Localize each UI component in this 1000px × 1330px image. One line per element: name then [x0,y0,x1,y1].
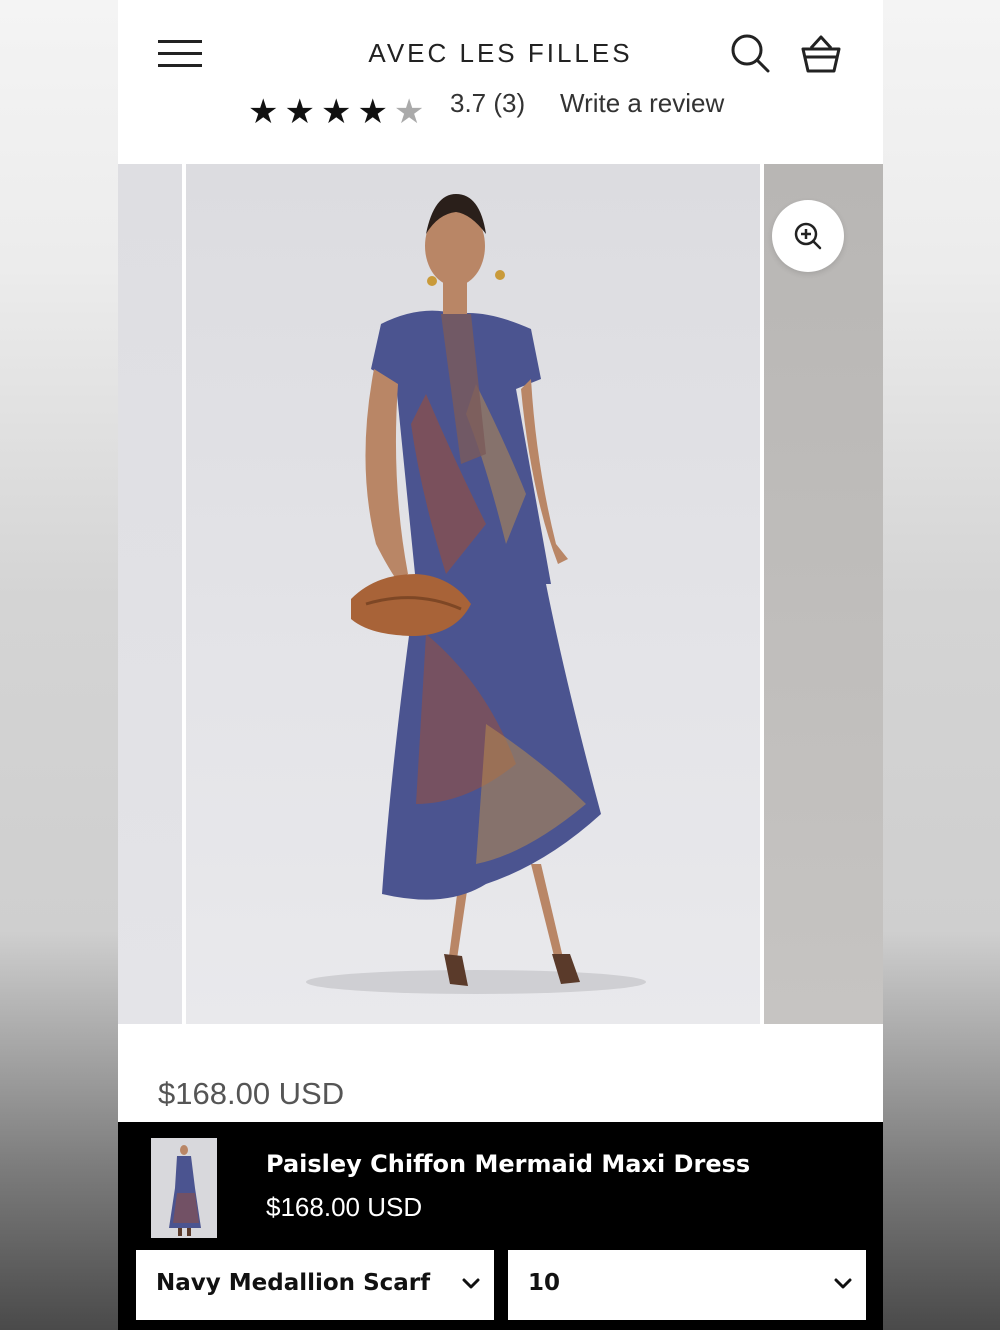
product-image[interactable] [186,164,760,1024]
background-left [0,0,118,1330]
sticky-add-to-cart-bar: Paisley Chiffon Mermaid Maxi Dress $168.… [118,1122,883,1330]
color-select-value: Navy Medallion Scarf [156,1270,431,1296]
rating-stars: ★★★★★ [248,92,431,132]
shopping-bag-icon[interactable] [800,33,842,75]
size-select[interactable]: 10 [506,1248,868,1322]
mobile-screen: AVEC LES FILLES ★★★★★ 3.7 (3) Write a re… [118,0,883,1330]
sticky-product-title: Paisley Chiffon Mermaid Maxi Dress [266,1150,751,1178]
gallery-prev-slide[interactable] [118,164,182,1024]
rating-score: 3.7 (3) [450,92,526,118]
zoom-button[interactable] [772,200,844,272]
product-thumbnail [151,1138,217,1238]
gallery-next-slide[interactable] [764,164,883,1024]
zoom-in-icon [794,222,822,250]
sticky-product-price: $168.00 USD [266,1192,423,1222]
color-select[interactable]: Navy Medallion Scarf [134,1248,496,1322]
model-illustration [306,194,646,994]
chevron-down-icon [462,1278,480,1289]
write-review-link[interactable]: Write a review [560,92,724,119]
chevron-down-icon [834,1278,852,1289]
product-price: $168.00 USD [158,1076,345,1111]
size-select-value: 10 [528,1270,561,1296]
search-icon[interactable] [730,33,772,75]
product-gallery[interactable] [118,164,883,1024]
rating-row: ★★★★★ 3.7 (3) Write a review [118,92,883,132]
background-right [883,0,1000,1330]
